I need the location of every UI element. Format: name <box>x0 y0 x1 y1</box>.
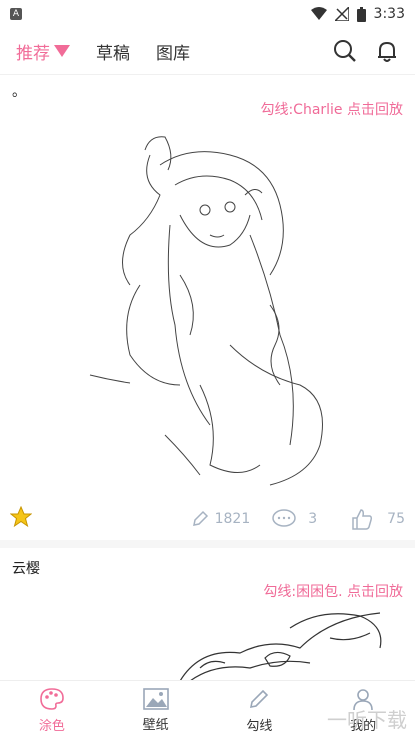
tab-recommend[interactable]: 推荐 <box>16 39 70 64</box>
nav-wallpaper-label: 壁纸 <box>142 717 169 733</box>
nav-lineart[interactable]: 勾线 <box>208 681 312 739</box>
battery-icon <box>356 6 366 22</box>
lineart-drawing <box>179 612 382 682</box>
status-bar: A 3:33 <box>0 0 415 28</box>
lineart-image[interactable] <box>0 608 415 682</box>
no-signal-icon <box>334 7 349 21</box>
post-credit-link[interactable]: 勾线:困困包. 点击回放 <box>263 581 403 601</box>
pen-icon <box>250 689 269 708</box>
star-badge-icon <box>9 505 33 532</box>
pencil-count-stat[interactable]: 1821 <box>191 510 251 528</box>
post-credit-link[interactable]: 勾线:Charlie 点击回放 <box>260 99 403 119</box>
like-stat[interactable]: 75 <box>351 508 405 530</box>
thumbs-up-icon <box>352 509 373 530</box>
comment-count: 3 <box>308 511 318 527</box>
watermark-text: 一听下载 <box>327 708 407 732</box>
image-icon <box>142 687 169 710</box>
status-time: 3:33 <box>373 6 405 22</box>
bell-icon[interactable] <box>375 39 399 63</box>
post-title: 云樱 <box>12 561 40 577</box>
nav-color[interactable]: 涂色 <box>0 681 104 739</box>
nav-color-label: 涂色 <box>38 718 65 734</box>
lineart-drawing <box>89 136 323 486</box>
nav-lineart-label: 勾线 <box>246 718 273 734</box>
comment-icon <box>272 509 296 527</box>
watermark-logo: 一听下载 <box>327 704 407 733</box>
post-card[interactable]: 。 勾线:Charlie 点击回放 1821 3 75 <box>0 75 415 541</box>
card-divider <box>0 540 415 548</box>
nav-wallpaper[interactable]: 壁纸 <box>104 681 208 739</box>
post-title: 。 <box>12 84 26 100</box>
like-count: 75 <box>387 511 405 527</box>
dropdown-triangle-icon <box>54 45 70 57</box>
post-meta-bar: 1821 3 75 <box>0 499 415 539</box>
tab-recommend-label: 推荐 <box>16 43 50 64</box>
pencil-count: 1821 <box>214 511 251 527</box>
app-notification-icon: A <box>10 8 22 20</box>
tab-drafts[interactable]: 草稿 <box>96 39 130 64</box>
palette-icon <box>40 687 64 710</box>
top-tab-bar: 推荐 草稿 图库 <box>0 28 415 75</box>
lineart-image[interactable] <box>0 125 415 495</box>
tab-gallery[interactable]: 图库 <box>156 39 190 64</box>
post-card[interactable]: 云樱 勾线:困困包. 点击回放 <box>0 548 415 682</box>
wifi-icon <box>310 7 327 20</box>
search-icon[interactable] <box>333 39 357 63</box>
pencil-icon <box>192 510 208 526</box>
comment-stat[interactable]: 3 <box>272 509 317 529</box>
